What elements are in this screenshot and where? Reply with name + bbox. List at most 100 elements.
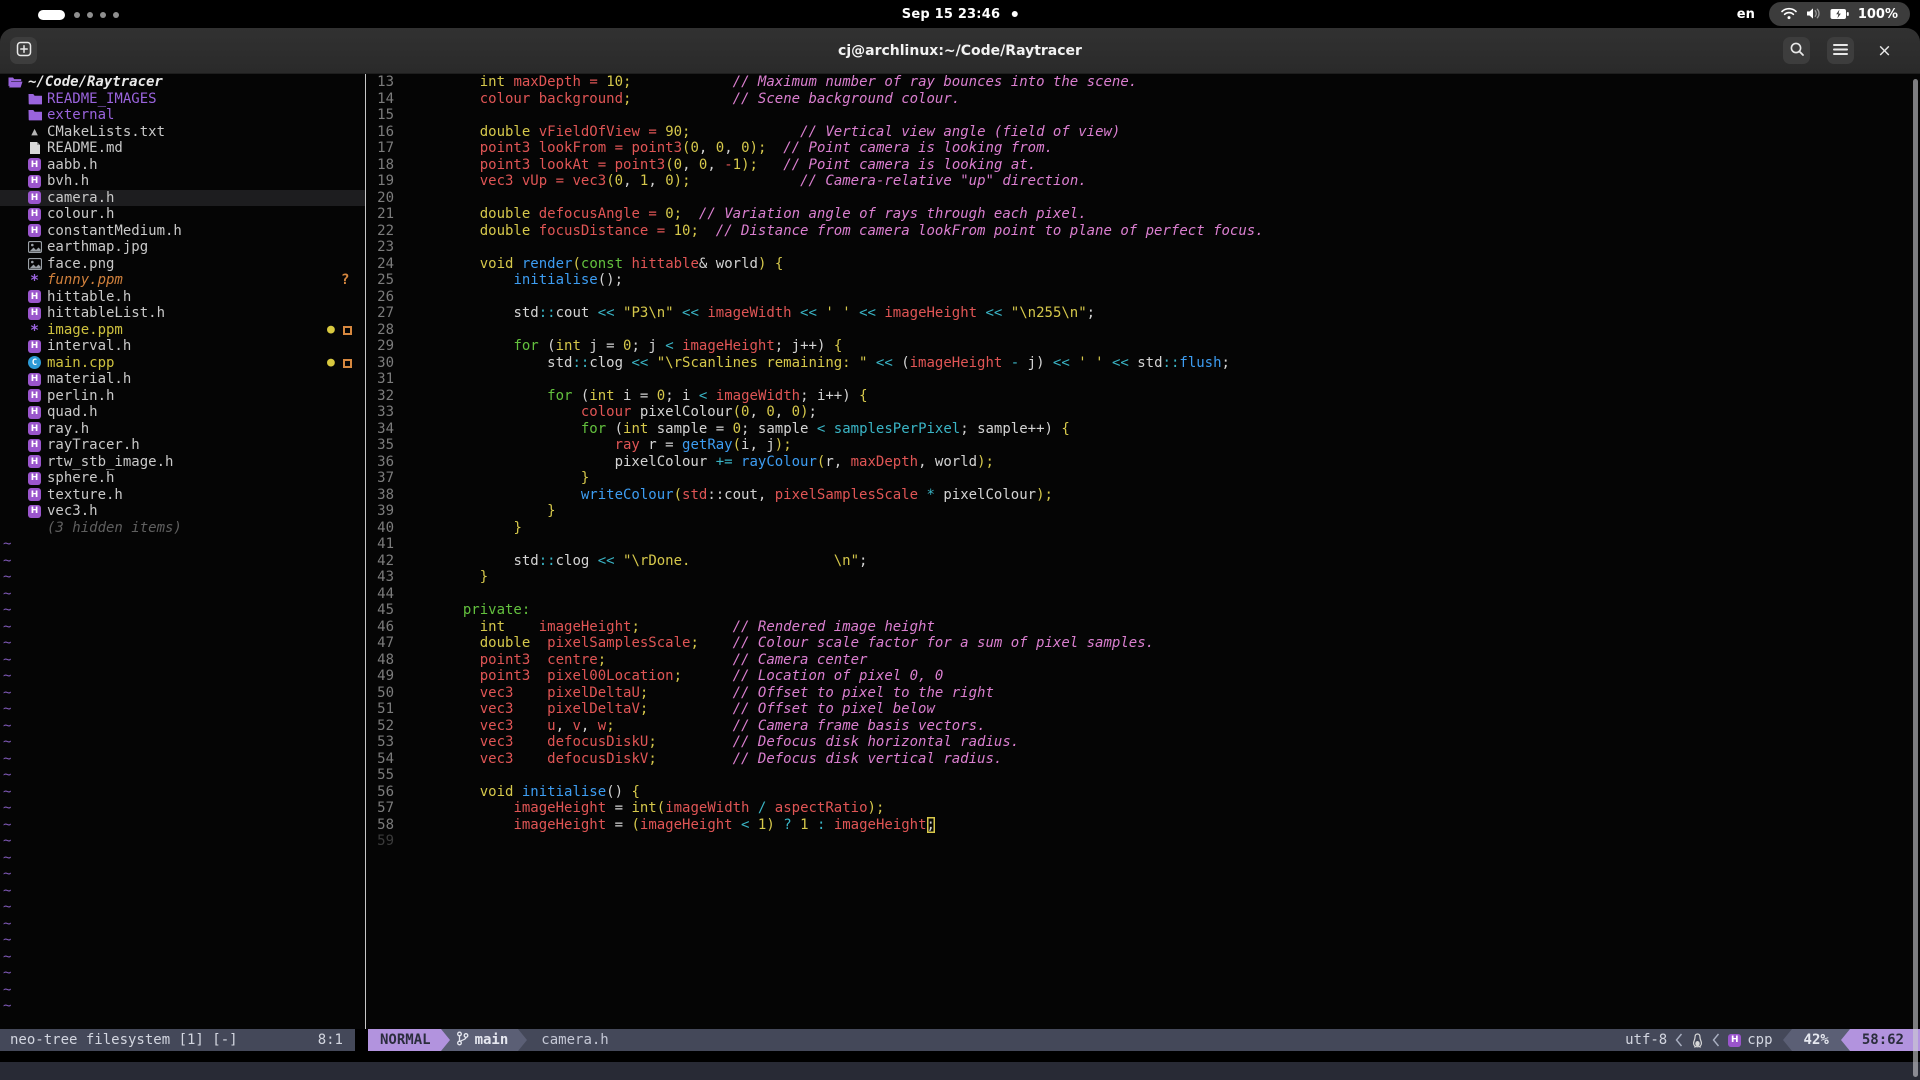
code-line[interactable]: 30 std::clog << "\rScanlines remaining: …	[366, 355, 1920, 372]
keyboard-layout-indicator[interactable]: en	[1737, 7, 1755, 22]
code-line[interactable]: 53 vec3 defocusDiskU; // Defocus disk ho…	[366, 734, 1920, 751]
code-line[interactable]: 56 void initialise() {	[366, 784, 1920, 801]
code-line[interactable]: 28	[366, 322, 1920, 339]
code-line[interactable]: 49 point3 pixel00Location; // Location o…	[366, 668, 1920, 685]
tree-item[interactable]: Hbvh.h	[0, 173, 365, 190]
tree-item[interactable]: Hrtw_stb_image.h	[0, 454, 365, 471]
code-line[interactable]: 18 point3 lookAt = point3(0, 0, -1); // …	[366, 157, 1920, 174]
code-line[interactable]: 26	[366, 289, 1920, 306]
code-line[interactable]: 19 vec3 vUp = vec3(0, 1, 0); // Camera-r…	[366, 173, 1920, 190]
tree-root-item[interactable]: ~/Code/Raytracer	[0, 74, 365, 91]
code-line[interactable]: 42 std::clog << "\rDone. \n";	[366, 553, 1920, 570]
empty-line-tilde: ~	[0, 569, 365, 586]
tree-item[interactable]: ▲CMakeLists.txt	[0, 124, 365, 141]
tree-item[interactable]: Htexture.h	[0, 487, 365, 504]
tree-item[interactable]: *image.ppm●	[0, 322, 365, 339]
hamburger-icon	[1833, 41, 1848, 60]
code-line[interactable]: 36 pixelColour += rayColour(r, maxDepth,…	[366, 454, 1920, 471]
tree-item[interactable]: HconstantMedium.h	[0, 223, 365, 240]
tree-item[interactable]: Hray.h	[0, 421, 365, 438]
code-line[interactable]: 43 }	[366, 569, 1920, 586]
tree-item[interactable]: (3 hidden items)	[0, 520, 365, 537]
code-line[interactable]: 31	[366, 371, 1920, 388]
search-button[interactable]	[1783, 37, 1810, 64]
code-line[interactable]: 48 point3 centre; // Camera center	[366, 652, 1920, 669]
code-line[interactable]: 41	[366, 536, 1920, 553]
filetype-label: cpp	[1747, 1032, 1772, 1048]
close-window-button[interactable]: ×	[1871, 37, 1898, 64]
clock-menu[interactable]: Sep 15 23:46	[902, 0, 1018, 28]
tree-item[interactable]: Cmain.cpp●	[0, 355, 365, 372]
code-line[interactable]: 14 colour background; // Scene backgroun…	[366, 91, 1920, 108]
code-text: double vFieldOfView = 90; // Vertical vi…	[446, 124, 1120, 140]
terminal-scrollbar[interactable]	[1913, 79, 1918, 1077]
tree-item[interactable]: Hperlin.h	[0, 388, 365, 405]
tree-item-label: CMakeLists.txt	[47, 124, 165, 140]
header-file-icon: H	[27, 472, 42, 485]
tree-item[interactable]: README_IMAGES	[0, 91, 365, 108]
git-modified-badge	[343, 326, 352, 335]
workspace-dot[interactable]	[87, 12, 93, 18]
tree-item[interactable]: README.md	[0, 140, 365, 157]
neotree-file-explorer[interactable]: ~/Code/RaytracerREADME_IMAGESexternal▲CM…	[0, 74, 365, 1029]
tree-item[interactable]: Hmaterial.h	[0, 371, 365, 388]
code-line[interactable]: 34 for (int sample = 0; sample < samples…	[366, 421, 1920, 438]
line-number: 34	[374, 421, 394, 438]
code-editor-pane[interactable]: 13 int maxDepth = 10; // Maximum number …	[366, 74, 1920, 1029]
tree-item[interactable]: Hcamera.h	[0, 190, 365, 207]
line-number: 37	[374, 470, 394, 487]
code-line[interactable]: 45 private:	[366, 602, 1920, 619]
code-line[interactable]: 21 double defocusAngle = 0; // Variation…	[366, 206, 1920, 223]
code-line[interactable]: 13 int maxDepth = 10; // Maximum number …	[366, 74, 1920, 91]
tree-item[interactable]: Hvec3.h	[0, 503, 365, 520]
code-line[interactable]: 47 double pixelSamplesScale; // Colour s…	[366, 635, 1920, 652]
tree-item[interactable]: Hcolour.h	[0, 206, 365, 223]
workspace-dot[interactable]	[74, 12, 80, 18]
code-line[interactable]: 50 vec3 pixelDeltaU; // Offset to pixel …	[366, 685, 1920, 702]
code-line[interactable]: 20	[366, 190, 1920, 207]
workspace-dot[interactable]	[113, 12, 119, 18]
code-line[interactable]: 23	[366, 239, 1920, 256]
code-line[interactable]: 39 }	[366, 503, 1920, 520]
code-line[interactable]: 51 vec3 pixelDeltaV; // Offset to pixel …	[366, 701, 1920, 718]
tree-item[interactable]: Hinterval.h	[0, 338, 365, 355]
tree-item[interactable]: HrayTracer.h	[0, 437, 365, 454]
code-line[interactable]: 55	[366, 767, 1920, 784]
tree-item[interactable]: *funny.ppm?	[0, 272, 365, 289]
generic-file-icon: *	[27, 325, 42, 335]
tree-item[interactable]: Hquad.h	[0, 404, 365, 421]
code-line[interactable]: 54 vec3 defocusDiskV; // Defocus disk ve…	[366, 751, 1920, 768]
code-line[interactable]: 33 colour pixelColour(0, 0, 0);	[366, 404, 1920, 421]
code-line[interactable]: 17 point3 lookFrom = point3(0, 0, 0); //…	[366, 140, 1920, 157]
code-line[interactable]: 32 for (int i = 0; i < imageWidth; i++) …	[366, 388, 1920, 405]
code-line[interactable]: 22 double focusDistance = 10; // Distanc…	[366, 223, 1920, 240]
code-line[interactable]: 29 for (int j = 0; j < imageHeight; j++)…	[366, 338, 1920, 355]
empty-line-tilde: ~	[0, 553, 365, 570]
code-line[interactable]: 57 imageHeight = int(imageWidth / aspect…	[366, 800, 1920, 817]
workspace-dot[interactable]	[100, 12, 106, 18]
code-line[interactable]: 58 imageHeight = (imageHeight < 1) ? 1 :…	[366, 817, 1920, 834]
code-line[interactable]: 46 int imageHeight; // Rendered image he…	[366, 619, 1920, 636]
code-line[interactable]: 38 writeColour(std::cout, pixelSamplesSc…	[366, 487, 1920, 504]
tree-item[interactable]: face.png	[0, 256, 365, 273]
tree-item[interactable]: earthmap.jpg	[0, 239, 365, 256]
code-line[interactable]: 44	[366, 586, 1920, 603]
code-line[interactable]: 15	[366, 107, 1920, 124]
code-line[interactable]: 52 vec3 u, v, w; // Camera frame basis v…	[366, 718, 1920, 735]
code-line[interactable]: 16 double vFieldOfView = 90; // Vertical…	[366, 124, 1920, 141]
code-line[interactable]: 59	[366, 833, 1920, 850]
code-line[interactable]: 25 initialise();	[366, 272, 1920, 289]
code-line[interactable]: 40 }	[366, 520, 1920, 537]
tree-item[interactable]: Hsphere.h	[0, 470, 365, 487]
system-status-menu[interactable]: 100%	[1769, 2, 1910, 26]
tree-item[interactable]: Haabb.h	[0, 157, 365, 174]
code-line[interactable]: 24 void render(const hittable& world) {	[366, 256, 1920, 273]
code-line[interactable]: 27 std::cout << "P3\n" << imageWidth << …	[366, 305, 1920, 322]
code-line[interactable]: 37 }	[366, 470, 1920, 487]
menu-button[interactable]	[1827, 37, 1854, 64]
tree-item[interactable]: Hhittable.h	[0, 289, 365, 306]
tree-item[interactable]: HhittableList.h	[0, 305, 365, 322]
tree-item[interactable]: external	[0, 107, 365, 124]
code-line[interactable]: 35 ray r = getRay(i, j);	[366, 437, 1920, 454]
workspace-indicator-active[interactable]	[38, 10, 65, 20]
